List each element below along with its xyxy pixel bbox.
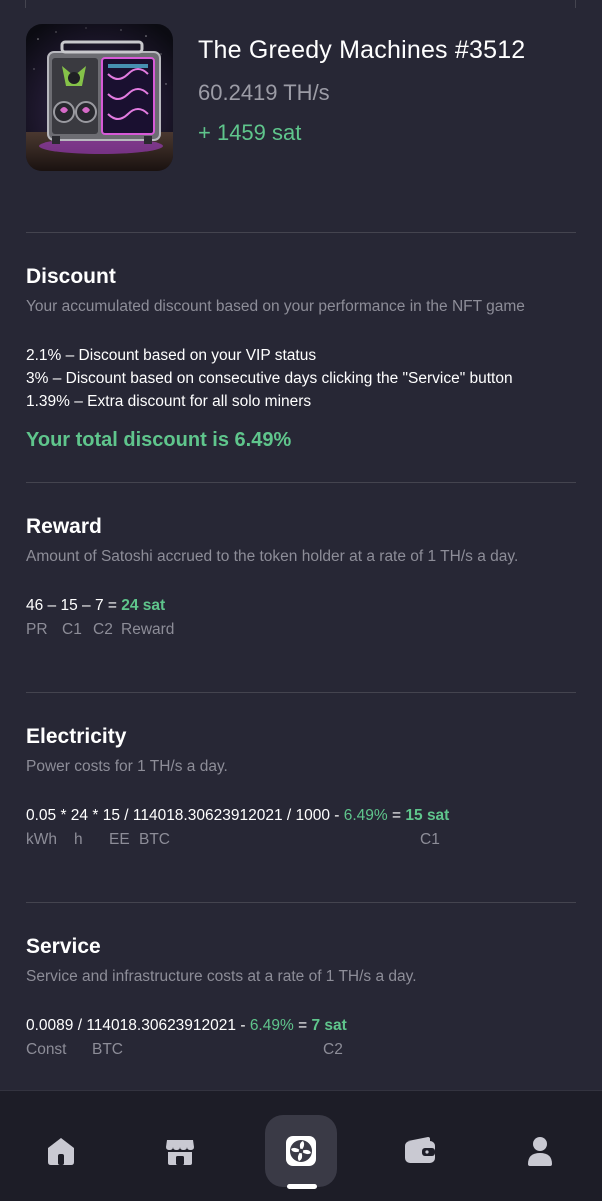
reward-label-reward: Reward — [121, 621, 175, 638]
top-edge-line-right — [575, 0, 576, 8]
reward-formula-expression: 46 – 15 – 7 = — [26, 597, 117, 614]
nav-mining[interactable] — [265, 1115, 337, 1189]
reward-formula: 46 – 15 – 7 = 24 sat — [26, 597, 165, 615]
top-edge — [0, 0, 602, 8]
nav-home[interactable] — [25, 1115, 97, 1187]
bottom-navigation — [0, 1090, 602, 1201]
total-discount: Your total discount is 6.49% — [26, 429, 292, 451]
electricity-label-h: h — [74, 831, 83, 848]
nav-store[interactable] — [144, 1115, 216, 1187]
nav-profile[interactable] — [504, 1115, 576, 1187]
electricity-description: Power costs for 1 TH/s a day. — [26, 758, 228, 775]
service-label-btc: BTC — [92, 1041, 123, 1058]
service-discount: 6.49% — [249, 1017, 294, 1034]
nft-title: The Greedy Machines #3512 — [198, 36, 526, 64]
divider — [26, 232, 576, 233]
mining-machine-image — [26, 24, 173, 171]
service-label-c2: C2 — [323, 1041, 343, 1058]
discount-item-vip: 2.1% – Discount based on your VIP status — [26, 347, 317, 364]
profile-icon — [528, 1137, 552, 1166]
service-formula: 0.0089 / 114018.30623912021 - 6.49% = 7 … — [26, 1017, 347, 1035]
home-icon — [48, 1138, 74, 1165]
nav-wallet[interactable] — [384, 1115, 456, 1187]
active-indicator — [287, 1184, 317, 1189]
electricity-title: Electricity — [26, 725, 127, 748]
reward-label-c2: C2 — [93, 621, 113, 638]
electricity-label-kwh: kWh — [26, 831, 57, 848]
nft-hashrate: 60.2419 TH/s — [198, 80, 330, 105]
reward-description: Amount of Satoshi accrued to the token h… — [26, 548, 519, 565]
nft-gain: + 1459 sat — [198, 120, 302, 145]
divider — [26, 902, 576, 903]
electricity-result: 15 sat — [405, 807, 450, 824]
electricity-formula-expression: 0.05 * 24 * 15 / 114018.30623912021 / 10… — [26, 807, 340, 824]
nft-thumbnail[interactable] — [26, 24, 173, 171]
electricity-label-btc: BTC — [139, 831, 170, 848]
reward-result: 24 sat — [121, 597, 166, 614]
wallet-icon — [405, 1137, 435, 1163]
electricity-equals: = — [392, 807, 402, 824]
discount-title: Discount — [26, 265, 116, 288]
divider — [26, 482, 576, 483]
electricity-label-c1: C1 — [420, 831, 440, 848]
electricity-discount: 6.49% — [343, 807, 388, 824]
reward-label-pr: PR — [26, 621, 48, 638]
electricity-label-ee: EE — [109, 831, 130, 848]
service-result: 7 sat — [311, 1017, 347, 1034]
electricity-formula: 0.05 * 24 * 15 / 114018.30623912021 / 10… — [26, 807, 449, 825]
reward-label-c1: C1 — [62, 621, 82, 638]
reward-title: Reward — [26, 515, 102, 538]
service-formula-expression: 0.0089 / 114018.30623912021 - — [26, 1017, 246, 1034]
top-edge-line-left — [25, 0, 26, 8]
nft-header: The Greedy Machines #3512 60.2419 TH/s +… — [26, 24, 576, 174]
fan-icon — [286, 1136, 316, 1166]
store-icon — [166, 1140, 194, 1165]
divider — [26, 692, 576, 693]
discount-item-consecutive: 3% – Discount based on consecutive days … — [26, 370, 513, 387]
discount-description: Your accumulated discount based on your … — [26, 298, 525, 315]
service-title: Service — [26, 935, 101, 958]
service-description: Service and infrastructure costs at a ra… — [26, 968, 417, 985]
service-equals: = — [298, 1017, 308, 1034]
discount-item-solo: 1.39% – Extra discount for all solo mine… — [26, 393, 312, 410]
service-label-const: Const — [26, 1041, 67, 1058]
